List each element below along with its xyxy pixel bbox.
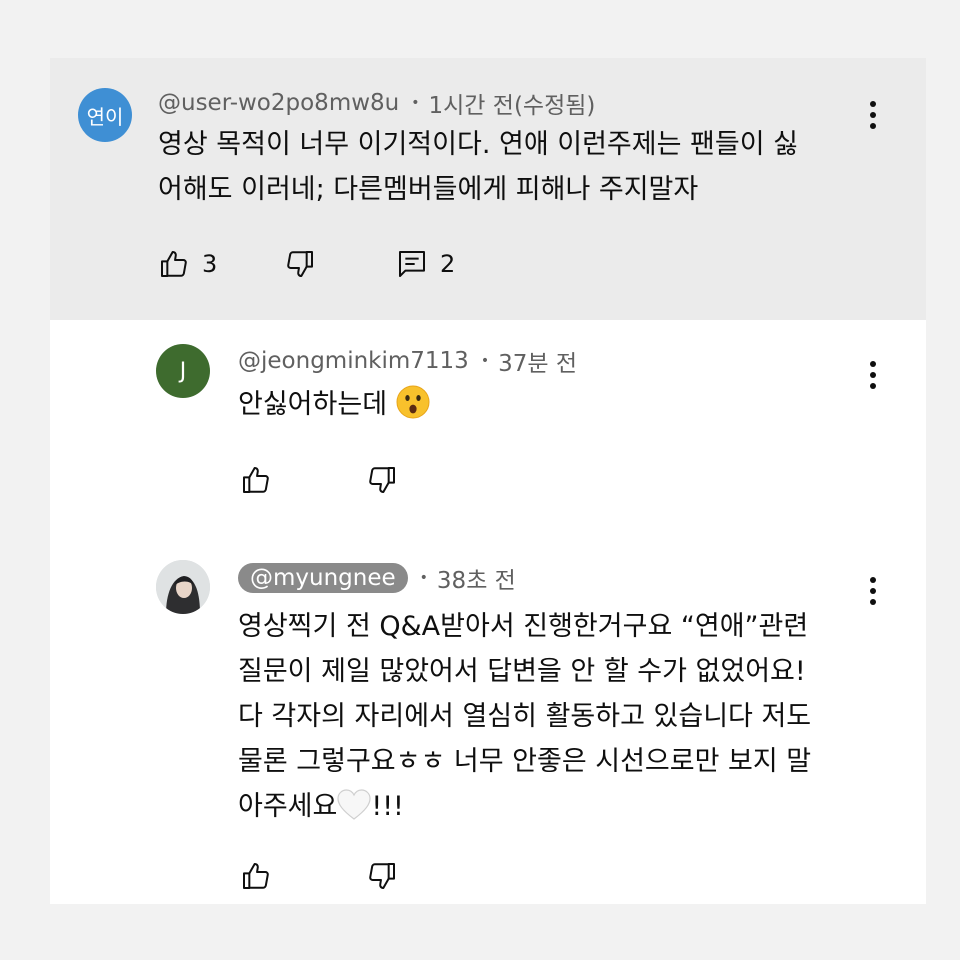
like-button[interactable]: 3: [158, 248, 217, 280]
avatar-initials: 연이: [86, 104, 124, 129]
more-options-icon[interactable]: [863, 98, 883, 132]
like-count: 3: [202, 250, 218, 278]
comment-timestamp: 1시간 전(수정됨): [428, 93, 596, 119]
thumbs-up-icon: [243, 467, 269, 493]
reply-count: 2: [440, 250, 456, 278]
main-comment-avatar[interactable]: 연이: [78, 88, 132, 142]
reply-text-line: 물론 그렇구요ㅎㅎ 너무 안좋은 시선으로만 보지 말: [238, 746, 812, 777]
reply-timestamp: 38초 전: [436, 568, 516, 594]
reply-meta: @jeongminkim7113 • 37분 전: [238, 344, 577, 378]
reply-text-line: 영상찍기 전 Q&A받아서 진행한거구요 “연애”관련: [238, 611, 809, 642]
replies-section: J @jeongminkim7113 • 37분 전 안싫어하는데 @myung…: [50, 320, 926, 904]
comment-meta: @user-wo2po8mw8u • 1시간 전(수정됨): [158, 86, 595, 120]
more-options-icon[interactable]: [863, 358, 883, 392]
reply-text: 안싫어하는데: [238, 382, 430, 427]
reply-text-segment: 아주세요: [238, 791, 338, 822]
thumbs-up-icon: [161, 251, 187, 277]
avatar-initials: J: [179, 358, 187, 384]
reply-avatar[interactable]: J: [156, 344, 210, 398]
reply-meta: @myungnee • 38초 전: [238, 561, 516, 595]
separator-dot: •: [480, 353, 490, 369]
thumbs-down-icon: [369, 467, 395, 493]
like-button[interactable]: [240, 860, 272, 892]
comment-text-line: 영상 목적이 너무 이기적이다. 연애 이런주제는 팬들이 싫: [158, 129, 798, 160]
reply-text: 영상찍기 전 Q&A받아서 진행한거구요 “연애”관련 질문이 제일 많았어서 …: [238, 604, 811, 829]
thumbs-down-icon: [369, 863, 395, 889]
comment-author-handle[interactable]: @user-wo2po8mw8u: [158, 90, 399, 116]
reply-text-line: 다 각자의 자리에서 열심히 활동하고 있습니다 저도: [238, 701, 812, 732]
reply-text-content: 안싫어하는데: [238, 389, 388, 420]
separator-dot: •: [411, 95, 420, 111]
comment-icon: [399, 251, 425, 277]
separator-dot: •: [419, 570, 428, 586]
like-button[interactable]: [240, 464, 272, 496]
thumbs-down-icon: [287, 251, 313, 277]
profile-photo-icon: [156, 560, 210, 614]
dislike-button[interactable]: [366, 860, 398, 892]
reply-text-line: 아주세요 !!!: [238, 784, 811, 829]
more-options-icon[interactable]: [863, 574, 883, 608]
main-comment: 연이 @user-wo2po8mw8u • 1시간 전(수정됨) 영상 목적이 …: [50, 58, 926, 320]
dislike-button[interactable]: [284, 248, 316, 280]
reply-avatar-photo[interactable]: [156, 560, 210, 614]
reply-button[interactable]: 2: [396, 248, 455, 280]
thumbs-up-icon: [243, 863, 269, 889]
comment-text-line: 어해도 이러네; 다른멤버들에게 피해나 주지말자: [158, 174, 699, 205]
creator-handle-badge[interactable]: @myungnee: [238, 563, 408, 593]
comment-text: 영상 목적이 너무 이기적이다. 연애 이런주제는 팬들이 싫 어해도 이러네;…: [158, 122, 798, 212]
surprised-face-emoji-icon: [396, 385, 430, 419]
reply-timestamp: 37분 전: [498, 351, 577, 377]
dislike-button[interactable]: [366, 464, 398, 496]
reply-text-segment: !!!: [371, 791, 404, 822]
reply-text-line: 질문이 제일 많았어서 답변을 안 할 수가 없었어요!: [238, 656, 806, 687]
white-heart-emoji-icon: [337, 789, 371, 820]
reply-author-handle[interactable]: @jeongminkim7113: [238, 348, 469, 374]
